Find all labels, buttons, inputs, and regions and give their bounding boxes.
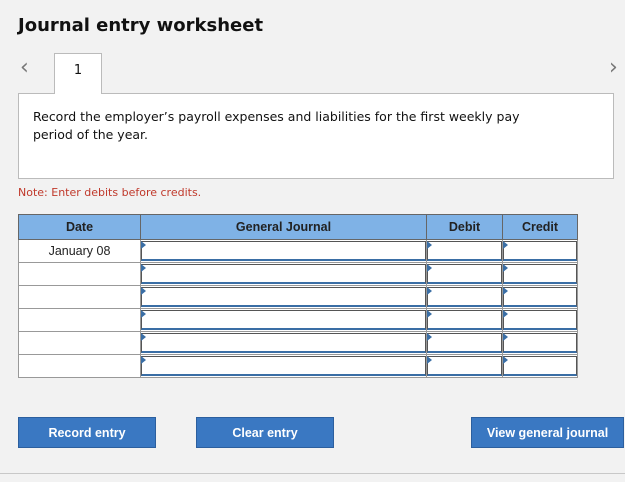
- account-cell: [140, 308, 427, 332]
- debit-field[interactable]: [427, 310, 502, 330]
- record-entry-button[interactable]: Record entry: [18, 417, 156, 448]
- chevron-left-icon[interactable]: ‹: [20, 57, 29, 79]
- date-cell: January 08: [18, 239, 141, 263]
- credit-field[interactable]: [503, 333, 577, 353]
- account-cell: [140, 239, 427, 263]
- credit-field[interactable]: [503, 241, 577, 261]
- credit-cell: [502, 262, 578, 286]
- credit-cell: [502, 285, 578, 309]
- account-field[interactable]: [141, 241, 426, 261]
- debit-field[interactable]: [427, 241, 502, 261]
- date-cell[interactable]: [18, 331, 141, 355]
- table-row: [18, 308, 578, 332]
- note-text: Note: Enter debits before credits.: [18, 186, 202, 199]
- debit-field[interactable]: [427, 333, 502, 353]
- date-cell[interactable]: [18, 285, 141, 309]
- table-row: [18, 331, 578, 355]
- credit-field[interactable]: [503, 264, 577, 284]
- header-general-journal: General Journal: [140, 214, 427, 240]
- account-cell: [140, 331, 427, 355]
- debit-cell: [426, 354, 503, 378]
- account-field[interactable]: [141, 356, 426, 376]
- credit-field[interactable]: [503, 287, 577, 307]
- account-cell: [140, 285, 427, 309]
- table-row: January 08: [18, 239, 578, 263]
- table-row: [18, 285, 578, 309]
- debit-field[interactable]: [427, 264, 502, 284]
- account-field[interactable]: [141, 333, 426, 353]
- date-cell[interactable]: [18, 354, 141, 378]
- credit-cell: [502, 331, 578, 355]
- credit-cell: [502, 308, 578, 332]
- clear-entry-button[interactable]: Clear entry: [196, 417, 334, 448]
- debit-cell: [426, 308, 503, 332]
- tab-1[interactable]: 1: [54, 53, 102, 94]
- debit-field[interactable]: [427, 356, 502, 376]
- credit-cell: [502, 354, 578, 378]
- chevron-right-icon[interactable]: ›: [609, 57, 618, 79]
- credit-field[interactable]: [503, 356, 577, 376]
- credit-field[interactable]: [503, 310, 577, 330]
- header-credit: Credit: [502, 214, 578, 240]
- instruction-panel: Record the employer’s payroll expenses a…: [18, 93, 614, 179]
- debit-cell: [426, 262, 503, 286]
- table-row: [18, 262, 578, 286]
- debit-cell: [426, 239, 503, 263]
- header-date: Date: [18, 214, 141, 240]
- table-row: [18, 354, 578, 378]
- debit-field[interactable]: [427, 287, 502, 307]
- account-cell: [140, 354, 427, 378]
- instruction-text: Record the employer’s payroll expenses a…: [33, 109, 520, 142]
- date-cell[interactable]: [18, 262, 141, 286]
- account-field[interactable]: [141, 264, 426, 284]
- divider: [0, 473, 625, 474]
- date-cell[interactable]: [18, 308, 141, 332]
- journal-table: Date General Journal Debit Credit Januar…: [18, 214, 578, 378]
- header-debit: Debit: [426, 214, 503, 240]
- credit-cell: [502, 239, 578, 263]
- table-header-row: Date General Journal Debit Credit: [18, 214, 578, 240]
- account-field[interactable]: [141, 287, 426, 307]
- debit-cell: [426, 285, 503, 309]
- debit-cell: [426, 331, 503, 355]
- view-general-journal-button[interactable]: View general journal: [471, 417, 624, 448]
- page-title: Journal entry worksheet: [18, 15, 264, 36]
- account-field[interactable]: [141, 310, 426, 330]
- account-cell: [140, 262, 427, 286]
